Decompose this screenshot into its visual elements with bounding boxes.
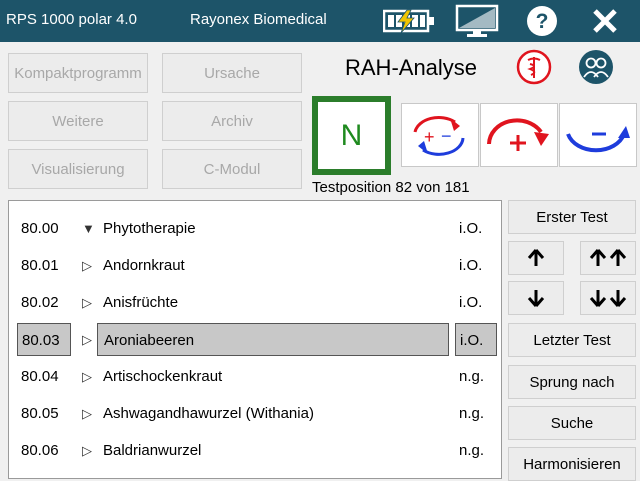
page-up-button[interactable] [580, 241, 636, 275]
double-arrow-down-icon [589, 290, 627, 307]
item-status: i.O. [459, 220, 483, 237]
c-modul-button[interactable]: C-Modul [162, 149, 302, 189]
list-item[interactable]: 80.04 ▷ Artischockenkraut n.g. [9, 360, 501, 393]
item-number: 80.06 [21, 442, 59, 459]
visualisierung-button[interactable]: Visualisierung [8, 149, 148, 189]
list-item[interactable]: 80.02 ▷ Anisfrüchte i.O. [9, 286, 501, 319]
item-name: Aroniabeeren [97, 323, 449, 356]
item-name: Artischockenkraut [103, 368, 223, 385]
sprung-nach-button[interactable]: Sprung nach [508, 365, 636, 399]
list-item[interactable]: 80.01 ▷ Andornkraut i.O. [9, 249, 501, 282]
caduceus-icon[interactable] [516, 49, 552, 85]
item-name: Phytotherapie [103, 220, 196, 237]
harmonisieren-button[interactable]: Harmonisieren [508, 447, 636, 481]
close-icon[interactable] [588, 4, 622, 38]
n-button[interactable]: N [312, 96, 391, 175]
arrow-up-icon [527, 249, 545, 266]
erster-test-button[interactable]: Erster Test [508, 200, 636, 234]
expand-icon[interactable]: ▷ [82, 397, 98, 430]
expand-icon[interactable]: ▷ [82, 249, 98, 282]
title-bar: RPS 1000 polar 4.0 Rayonex Biomedical ? [0, 0, 640, 42]
archiv-button[interactable]: Archiv [162, 101, 302, 141]
item-number: 80.05 [21, 405, 59, 422]
plus-button[interactable] [480, 103, 558, 167]
weitere-button[interactable]: Weitere [8, 101, 148, 141]
n-label: N [340, 118, 363, 152]
expand-icon[interactable]: ▷ [82, 323, 98, 356]
list-item[interactable]: 80.06 ▷ Baldrianwurzel n.g. [9, 434, 501, 467]
item-status: n.g. [459, 442, 485, 459]
suche-button[interactable]: Suche [508, 406, 636, 440]
list-item[interactable]: 80.00 ▼ Phytotherapie i.O. [9, 212, 501, 245]
polarity-toggle-button[interactable]: + − [401, 103, 479, 167]
expand-icon[interactable]: ▷ [82, 434, 98, 467]
plus-arrow-icon [487, 118, 549, 151]
page-title: RAH-Analyse [345, 55, 478, 80]
monitor-icon[interactable] [453, 4, 501, 38]
expand-icon[interactable]: ▷ [82, 360, 98, 393]
list-item[interactable]: 80.03 ▷ Aroniabeeren i.O. [9, 323, 501, 356]
ursache-button[interactable]: Ursache [162, 53, 302, 93]
people-icon[interactable] [578, 49, 614, 85]
kompaktprogramm-button[interactable]: Kompaktprogramm [8, 53, 148, 93]
item-number: 80.00 [21, 220, 59, 237]
svg-text:+: + [424, 127, 435, 147]
item-number: 80.03 [17, 323, 71, 356]
help-icon[interactable]: ? [525, 4, 559, 38]
arrow-down-icon [527, 290, 545, 307]
item-number: 80.01 [21, 257, 59, 274]
test-list[interactable]: 80.00 ▼ Phytotherapie i.O. 80.01 ▷ Andornkraut… [8, 200, 502, 479]
polarity-cycle-icon: + − [413, 116, 465, 156]
page-down-button[interactable] [580, 281, 636, 315]
expand-icon[interactable]: ▼ [82, 212, 98, 245]
minus-arrow-icon [566, 126, 630, 153]
list-item[interactable]: 80.05 ▷ Ashwagandhawurzel (Withania) n.g. [9, 397, 501, 430]
step-up-button[interactable] [508, 241, 564, 275]
item-name: Andornkraut [103, 257, 185, 274]
vendor-name: Rayonex Biomedical [190, 11, 327, 28]
item-number: 80.02 [21, 294, 59, 311]
item-number: 80.04 [21, 368, 59, 385]
minus-button[interactable] [559, 103, 637, 167]
item-name: Anisfrüchte [103, 294, 179, 311]
double-arrow-up-icon [589, 249, 627, 266]
svg-text:?: ? [536, 10, 549, 33]
item-status: i.O. [459, 257, 483, 274]
step-down-button[interactable] [508, 281, 564, 315]
item-status: n.g. [459, 405, 485, 422]
svg-text:−: − [441, 126, 452, 146]
test-position: Testposition 82 von 181 [312, 179, 470, 196]
app-title: RPS 1000 polar 4.0 [6, 11, 137, 28]
item-status: n.g. [459, 368, 485, 385]
expand-icon[interactable]: ▷ [82, 286, 98, 319]
item-name: Baldrianwurzel [103, 442, 202, 459]
item-name: Ashwagandhawurzel (Withania) [103, 405, 314, 422]
item-status: i.O. [459, 294, 483, 311]
letzter-test-button[interactable]: Letzter Test [508, 323, 636, 357]
item-status: i.O. [455, 323, 497, 356]
battery-icon [381, 4, 437, 38]
